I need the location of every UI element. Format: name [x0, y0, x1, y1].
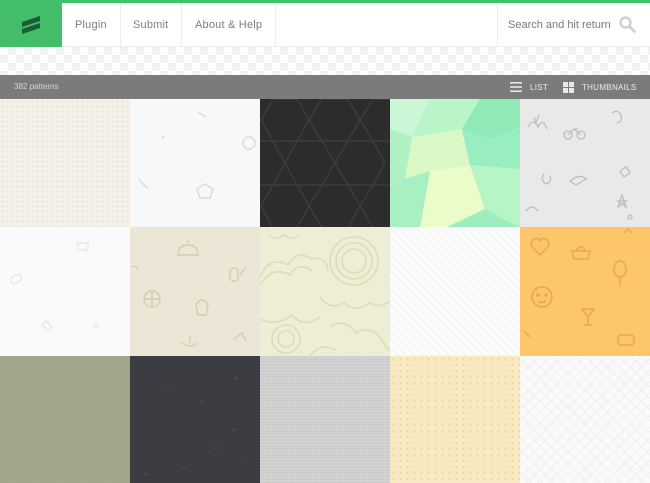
- nav-about-help-label: About & Help: [195, 19, 263, 31]
- pattern-tile-green-polygons[interactable]: [390, 99, 520, 228]
- cloud-doodle-graphic: [260, 234, 390, 356]
- geometric-shapes-graphic: [138, 111, 256, 199]
- food-icons-graphic: [9, 242, 99, 333]
- pattern-toolbar: 382 patterns LIST THUMBNAILS: [0, 75, 650, 99]
- nav-plugin-label: Plugin: [75, 19, 107, 31]
- list-icon: [510, 82, 522, 92]
- pattern-tile-dark-hexagon[interactable]: [260, 99, 390, 228]
- polygon-graphic: [390, 99, 520, 228]
- search-box: [497, 3, 650, 47]
- grid-icon: [563, 81, 574, 93]
- list-view-button[interactable]: LIST: [510, 75, 548, 99]
- pattern-tile-white-food-icons[interactable]: [0, 227, 130, 356]
- nav-plugin-link[interactable]: Plugin: [62, 3, 121, 47]
- pattern-tile-white-geometric-shapes[interactable]: [130, 99, 260, 228]
- site-logo[interactable]: [0, 3, 62, 47]
- list-view-label: LIST: [530, 82, 549, 92]
- nav-submit-label: Submit: [133, 19, 169, 31]
- pattern-tile-grey-doodle-icons[interactable]: [520, 99, 650, 228]
- pattern-count: 382 patterns: [14, 82, 59, 91]
- transparency-checker-strip: [0, 47, 650, 75]
- thumbnails-view-button[interactable]: THUMBNAILS: [563, 75, 637, 99]
- party-icons-graphic: [523, 228, 635, 347]
- kitchen-icons-graphic: [131, 240, 247, 348]
- nav-about-help-link[interactable]: About & Help: [182, 3, 277, 47]
- pattern-tile-grey-fabric[interactable]: [260, 355, 390, 483]
- pattern-tile-white-lattice[interactable]: [520, 355, 650, 483]
- thumbnails-view-label: THUMBNAILS: [582, 82, 637, 92]
- pattern-tile-light-beige-dots[interactable]: [0, 99, 130, 228]
- pattern-tile-white-diagonal-lines[interactable]: [390, 227, 520, 356]
- hexagon-graphic: [260, 99, 390, 228]
- nav-submit-link[interactable]: Submit: [120, 3, 183, 47]
- search-input[interactable]: [508, 19, 618, 31]
- pattern-tile-dark-speckle[interactable]: [130, 355, 260, 483]
- top-navigation-bar: Plugin Submit About & Help: [0, 0, 650, 47]
- logo-stripes-icon: [22, 16, 40, 34]
- pattern-tile-sand-speckle[interactable]: [390, 355, 520, 483]
- pattern-tile-cream-cloud-doodle[interactable]: [260, 227, 390, 356]
- search-icon[interactable]: [619, 16, 636, 33]
- pattern-tile-olive-linen[interactable]: [0, 355, 130, 483]
- pattern-tile-beige-kitchen-icons[interactable]: [130, 227, 260, 356]
- pattern-grid: [0, 99, 650, 483]
- pattern-tile-orange-party-icons[interactable]: [520, 227, 650, 356]
- doodle-icons-graphic: [525, 110, 633, 220]
- speckle-graphic: [145, 376, 247, 475]
